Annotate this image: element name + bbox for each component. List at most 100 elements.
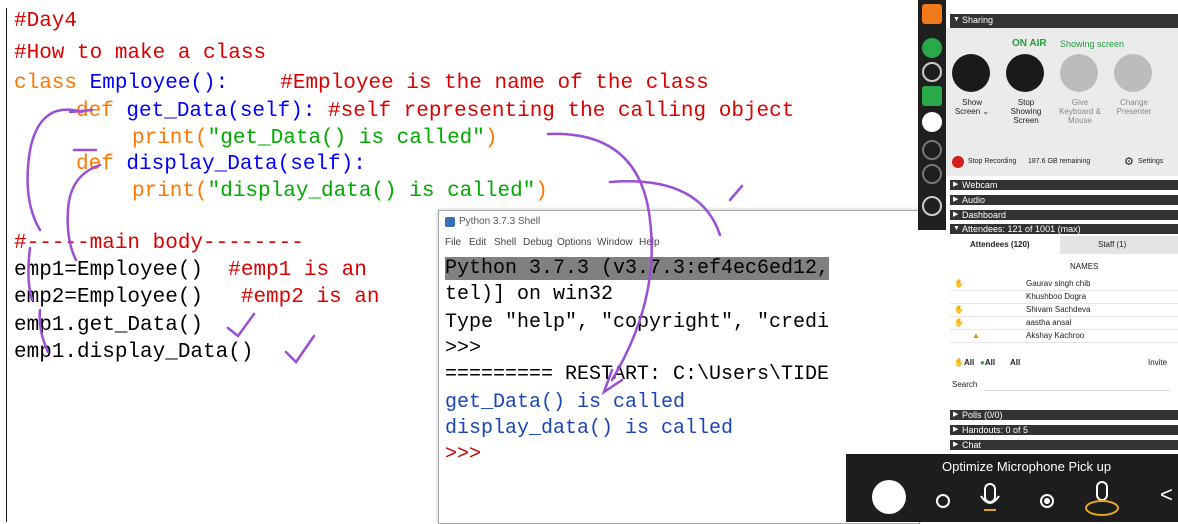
menu-help[interactable]: Help bbox=[639, 237, 660, 248]
chat-section-header[interactable]: ▶ Chat bbox=[950, 440, 1178, 450]
mic-narrow-icon bbox=[976, 482, 1004, 514]
hand-raised-icon: ✋ bbox=[954, 279, 964, 288]
settings-label[interactable]: Settings bbox=[1138, 158, 1163, 165]
expand-triangle-icon: ▶ bbox=[953, 441, 959, 448]
screen-share-icon[interactable] bbox=[922, 86, 942, 106]
menu-options[interactable]: Options bbox=[557, 237, 591, 248]
shell-titlebar[interactable]: Python 3.7.3 Shell bbox=[439, 211, 919, 233]
stop-recording-icon[interactable] bbox=[952, 156, 964, 168]
expand-triangle-icon: ▶ bbox=[953, 211, 959, 218]
code-line-2: #How to make a class bbox=[14, 42, 267, 65]
stop-recording-label[interactable]: Stop Recording bbox=[968, 158, 1016, 165]
unmute-all-button[interactable]: ●All bbox=[980, 358, 995, 367]
expand-triangle-icon: ▶ bbox=[953, 181, 959, 188]
code-line-4: def get_Data(self): #self representing t… bbox=[76, 100, 795, 123]
expand-triangle-icon: ▶ bbox=[953, 411, 959, 418]
python-icon bbox=[445, 217, 455, 227]
shell-output-get-data: get_Data() is called bbox=[445, 391, 686, 414]
hands-all-button[interactable]: ✋All bbox=[954, 358, 974, 367]
showing-screen-label: Showing screen bbox=[1060, 39, 1125, 49]
shell-restart-line: ========= RESTART: C:\Users\TIDE bbox=[445, 363, 830, 386]
presenter-icon[interactable] bbox=[922, 164, 942, 184]
gotomeeting-toolbar bbox=[918, 0, 946, 230]
expand-triangle-icon: ▶ bbox=[953, 426, 959, 433]
stop-showing-button[interactable] bbox=[1006, 54, 1044, 92]
menu-debug[interactable]: Debug bbox=[523, 237, 552, 248]
remaining-space: 187.6 GB remaining bbox=[1028, 158, 1091, 165]
code-line-9: emp1=Employee() #emp1 is an bbox=[14, 259, 367, 282]
warning-icon: ▲ bbox=[972, 331, 980, 340]
search-label: Search bbox=[952, 380, 978, 389]
collapse-arrow-icon[interactable] bbox=[922, 4, 942, 24]
code-line-7: print("display_data() is called") bbox=[132, 180, 548, 203]
search-input[interactable] bbox=[984, 378, 1170, 391]
code-line-3: class Employee(): #Employee is the name o… bbox=[14, 72, 709, 95]
attendee-row[interactable]: ▲ Akshay Kachroo bbox=[950, 330, 1178, 343]
shell-menubar: File Edit Shell Debug Options Window Hel… bbox=[439, 235, 919, 253]
sharing-panel: ▼ Sharing ON AIR Showing screen Show Scre… bbox=[918, 0, 1178, 460]
handouts-section-header[interactable]: ▶ Handouts: 0 of 5 bbox=[950, 425, 1178, 435]
sharing-section-header[interactable]: ▼ Sharing bbox=[950, 14, 1178, 28]
tab-staff[interactable]: Staff (1) bbox=[1098, 240, 1126, 249]
give-keyboard-caption: Give Keyboard & Mouse bbox=[1059, 98, 1101, 125]
code-line-10: emp2=Employee() #emp2 is an bbox=[14, 286, 380, 309]
code-line-6: def display_Data(self): bbox=[76, 153, 366, 176]
code-line-11: emp1.get_Data() bbox=[14, 314, 204, 337]
attendee-row[interactable]: ✋ Shivam Sachdeva bbox=[950, 304, 1178, 317]
collapse-triangle-icon: ▼ bbox=[953, 225, 960, 232]
shell-title: Python 3.7.3 Shell bbox=[459, 216, 541, 227]
radio-option-2[interactable] bbox=[1040, 494, 1054, 508]
mic-popup-title: Optimize Microphone Pick up bbox=[942, 459, 1112, 474]
menu-window[interactable]: Window bbox=[597, 237, 633, 248]
menu-shell[interactable]: Shell bbox=[494, 237, 516, 248]
audio-section-header[interactable]: ▶ Audio bbox=[950, 195, 1178, 205]
code-line-5: print("get_Data() is called") bbox=[132, 127, 498, 150]
hand-raised-icon: ✋ bbox=[954, 305, 964, 314]
mouse-icon[interactable] bbox=[922, 140, 942, 160]
show-screen-caption: Show Screen ⌄ bbox=[954, 98, 990, 116]
chevron-left-icon[interactable]: < bbox=[1160, 482, 1173, 508]
show-screen-button[interactable] bbox=[952, 54, 990, 92]
expand-triangle-icon: ▶ bbox=[953, 196, 959, 203]
hp-logo-icon bbox=[872, 480, 906, 514]
tab-attendees[interactable]: Attendees (120) bbox=[970, 240, 1030, 249]
webcam-icon[interactable] bbox=[922, 62, 942, 82]
invite-button[interactable]: Invite bbox=[1148, 358, 1167, 367]
mic-wide-icon bbox=[1082, 478, 1122, 518]
webcam-section-header[interactable]: ▶ Webcam bbox=[950, 180, 1178, 190]
change-presenter-button[interactable] bbox=[1114, 54, 1152, 92]
stop-showing-caption: Stop Showing Screen bbox=[1010, 98, 1042, 125]
drawing-pen-icon[interactable] bbox=[922, 196, 942, 216]
mic-icon[interactable] bbox=[922, 38, 942, 58]
gear-icon[interactable]: ⚙ bbox=[1124, 155, 1134, 168]
pause-icon[interactable] bbox=[922, 112, 942, 132]
shell-output-3: Type "help", "copyright", "credi bbox=[445, 311, 830, 334]
lower-all-button[interactable]: All bbox=[1010, 358, 1020, 367]
radio-option-1[interactable] bbox=[936, 494, 950, 508]
attendee-row[interactable]: Khushboo Dogra bbox=[950, 291, 1178, 304]
menu-file[interactable]: File bbox=[445, 237, 461, 248]
shell-prompt-2[interactable]: >>> bbox=[445, 443, 481, 467]
polls-section-header[interactable]: ▶ Polls (0/0) bbox=[950, 410, 1178, 420]
dashboard-section-header[interactable]: ▶ Dashboard bbox=[950, 210, 1178, 220]
hand-raised-icon: ✋ bbox=[954, 318, 964, 327]
editor-left-border bbox=[6, 8, 7, 522]
sharing-body: ON AIR Showing screen Show Screen ⌄ Stop S… bbox=[946, 28, 1178, 176]
code-line-12: emp1.display_Data() bbox=[14, 341, 254, 364]
attendees-section-header[interactable]: ▼ Attendees: 121 of 1001 (max) bbox=[950, 224, 1178, 234]
give-keyboard-button[interactable] bbox=[1060, 54, 1098, 92]
attendee-row[interactable]: ✋ aastha ansal bbox=[950, 317, 1178, 330]
code-line-1: #Day4 bbox=[14, 10, 78, 33]
names-column-header[interactable]: NAMES bbox=[1070, 262, 1098, 271]
menu-edit[interactable]: Edit bbox=[469, 237, 486, 248]
collapse-triangle-icon: ▼ bbox=[953, 16, 960, 23]
change-presenter-caption: Change Presenter bbox=[1116, 98, 1152, 116]
shell-output-display-data: display_data() is called bbox=[445, 417, 734, 440]
microphone-popup: Optimize Microphone Pick up < bbox=[846, 454, 1178, 522]
shell-output-1: Python 3.7.3 (v3.7.3:ef4ec6ed12, bbox=[445, 257, 830, 280]
sharing-title: Sharing bbox=[962, 15, 994, 25]
attendee-row[interactable]: ✋ Gaurav singh chib bbox=[950, 278, 1178, 291]
code-line-8: #-----main body-------- bbox=[14, 232, 304, 255]
shell-prompt-1: >>> bbox=[445, 337, 482, 360]
attendees-panel: Attendees (120) Staff (1) NAMES ✋ Gaurav … bbox=[950, 236, 1178, 404]
